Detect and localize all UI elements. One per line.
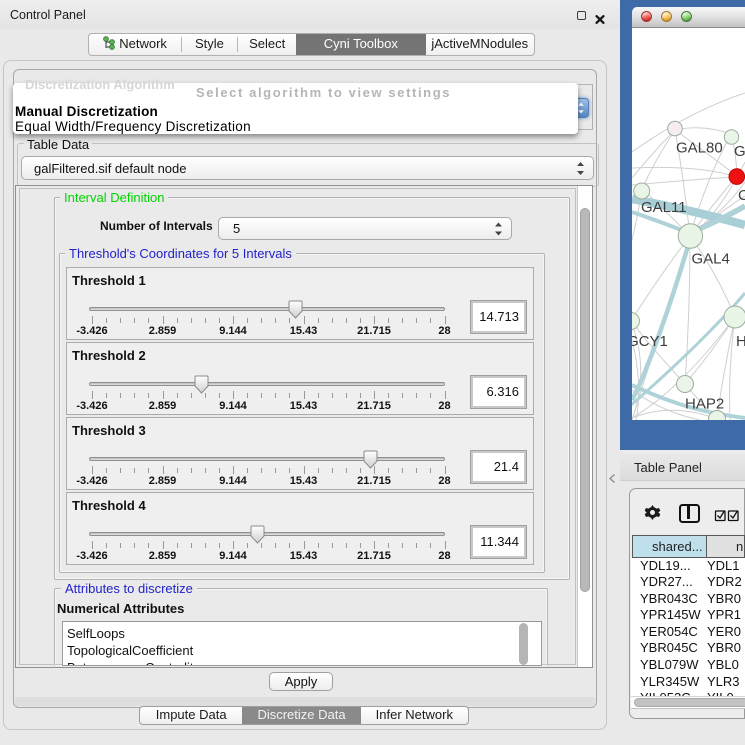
svg-text:HAP2: HAP2 [685,396,724,413]
svg-text:GAL11: GAL11 [641,199,687,216]
svg-text:GAL4: GAL4 [692,251,730,268]
svg-text:GCY1: GCY1 [632,333,668,350]
svg-text:G.: G. [734,143,745,160]
svg-text:GAL80: GAL80 [676,140,723,157]
svg-text:H: H [736,333,745,350]
svg-text:C: C [738,187,745,204]
